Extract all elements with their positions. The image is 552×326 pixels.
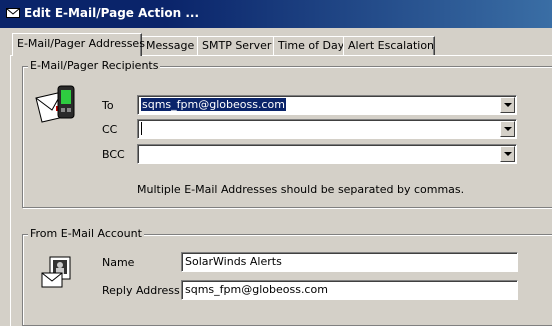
name-field[interactable]: SolarWinds Alerts [181, 252, 518, 272]
address-card-icon [41, 256, 71, 288]
from-account-group-label: From E-Mail Account [28, 227, 144, 240]
reply-address-label: Reply Address [102, 284, 180, 297]
to-label: To [102, 99, 114, 112]
tab-alert-escalation[interactable]: Alert Escalation [343, 36, 435, 55]
text-caret [141, 122, 142, 135]
tab-smtp-server[interactable]: SMTP Server [197, 36, 275, 55]
to-value[interactable]: sqms_fpm@globeoss.com [141, 98, 286, 111]
recipients-hint: Multiple E-Mail Addresses should be sepa… [137, 183, 465, 196]
chevron-down-icon[interactable] [500, 121, 515, 137]
window-title: Edit E-Mail/Page Action ... [24, 6, 200, 20]
tab-message[interactable]: Message [141, 36, 199, 55]
title-bar[interactable]: Edit E-Mail/Page Action ... [0, 0, 552, 28]
chevron-down-icon[interactable] [500, 146, 515, 162]
bcc-combobox[interactable] [137, 144, 517, 164]
envelope-icon [6, 8, 20, 18]
cc-combobox[interactable] [137, 119, 517, 139]
reply-address-field[interactable]: sqms_fpm@globeoss.com [181, 280, 518, 300]
recipients-group-label: E-Mail/Pager Recipients [28, 59, 161, 72]
to-combobox[interactable]: sqms_fpm@globeoss.com [137, 95, 517, 115]
tab-time-of-day[interactable]: Time of Day [273, 36, 347, 55]
name-label: Name [102, 256, 135, 269]
bcc-label: BCC [102, 148, 125, 161]
cc-label: CC [102, 123, 118, 136]
chevron-down-icon[interactable] [500, 97, 515, 113]
tab-email-pager-addresses[interactable]: E-Mail/Pager Addresses [12, 33, 145, 56]
pager-envelope-icon [35, 85, 75, 123]
